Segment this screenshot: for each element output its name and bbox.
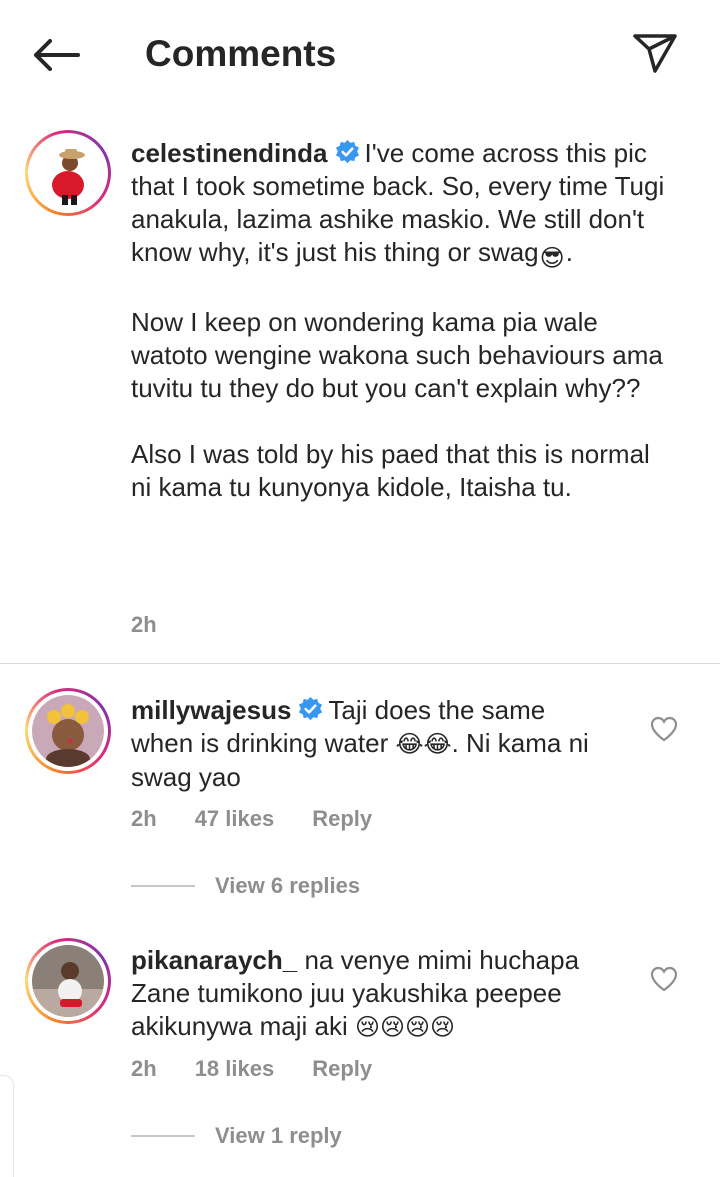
laughing-emoji: 😂😂 [395,731,452,758]
header-bar: Comments [0,0,720,108]
caption-meta: 2h [131,612,195,638]
comment-username[interactable]: pikanaraych_ [131,945,297,975]
comment-likes[interactable]: 18 likes [195,1056,275,1082]
caption-text: celestinendinda I've come across this pic… [131,137,671,504]
comment-timestamp: 2h [131,1056,157,1081]
comment-meta: 2h 18 likes Reply [131,1056,410,1082]
comment-text: pikanaraych_ na venye mimi huchapa Zane … [131,944,611,1044]
comment-meta: 2h 47 likes Reply [131,806,410,832]
overlay-edge [0,1075,14,1177]
avatar-image-celestinendinda [32,137,104,209]
share-button[interactable] [626,26,684,80]
reply-button[interactable]: Reply [312,1056,372,1082]
avatar[interactable] [25,688,111,774]
comment-timestamp: 2h [131,806,157,831]
caption-timestamp: 2h [131,612,157,637]
view-replies-label: View 6 replies [215,873,361,898]
avatar[interactable] [25,938,111,1024]
crying-emoji: 😢😢😢😢 [354,1014,456,1041]
sunglasses-emoji: 😎 [539,245,565,272]
verified-badge-icon [335,139,359,164]
arrow-left-icon [34,39,80,71]
like-heart-icon[interactable] [650,716,678,742]
view-replies-button[interactable]: View 1 reply [131,1123,342,1149]
back-button[interactable] [28,30,84,80]
comment-username[interactable]: millywajesus [131,695,291,725]
reply-button[interactable]: Reply [312,806,372,832]
avatar-image-millywajesus [32,695,104,767]
like-heart-icon[interactable] [650,966,678,992]
verified-badge-icon [299,696,323,721]
replies-divider-line [131,885,195,887]
divider [0,663,720,664]
caption-username[interactable]: celestinendinda [131,138,328,168]
view-replies-button[interactable]: View 6 replies [131,873,360,899]
avatar[interactable] [25,130,111,216]
avatar-image-pikanaraych [32,945,104,1017]
comment-text: millywajesus Taji does the same when is d… [131,694,611,794]
send-icon [633,34,677,73]
replies-divider-line [131,1135,195,1137]
comment-likes[interactable]: 47 likes [195,806,275,832]
view-replies-label: View 1 reply [215,1123,342,1148]
page-title: Comments [145,33,337,74]
caption-body-part2: . Now I keep on wondering kama pia wale … [131,237,663,502]
